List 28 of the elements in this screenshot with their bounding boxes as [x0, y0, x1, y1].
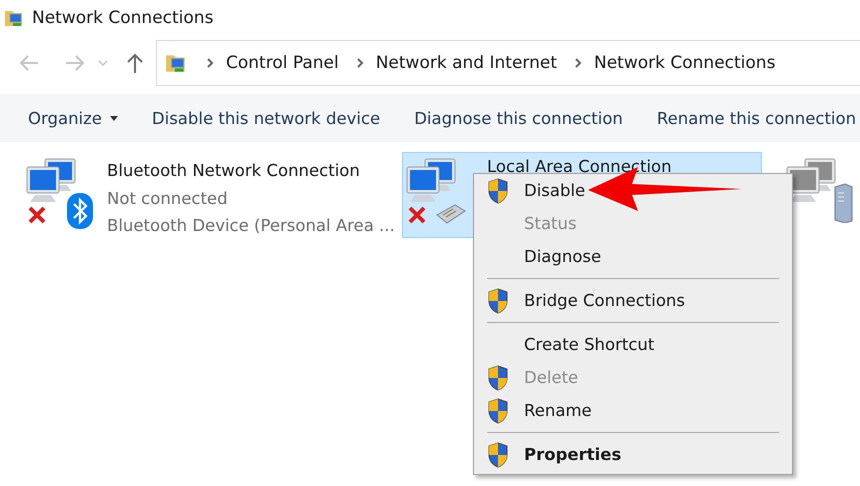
toolbar-button[interactable]: Disable this network device	[140, 102, 392, 134]
back-arrow-icon[interactable]	[18, 54, 40, 72]
breadcrumb-item[interactable]: Network Connections	[594, 53, 776, 73]
chevron-right-icon	[356, 58, 364, 68]
network-plug-icon	[435, 203, 467, 225]
address-bar[interactable]: Control Panel Network and Internet Network Connections	[156, 40, 860, 86]
breadcrumb-item[interactable]: Control Panel	[226, 53, 339, 73]
server-icon	[833, 183, 853, 223]
connection-name: Bluetooth Network Connection	[107, 160, 361, 182]
connection-device: Bluetooth Device (Personal Area ...	[107, 215, 395, 237]
window-title: Network Connections	[32, 8, 214, 28]
menu-item[interactable]: Properties	[474, 438, 792, 471]
menu-item[interactable]: Diagnose	[474, 240, 792, 273]
connection-status: Not connected	[107, 188, 229, 210]
caret-icon	[110, 116, 118, 120]
bluetooth-icon	[67, 193, 93, 229]
chevron-down-icon[interactable]	[98, 59, 108, 67]
toolbar-button[interactable]: Rename this connection	[644, 102, 860, 134]
menu-item[interactable]: Rename	[474, 394, 792, 427]
up-arrow-icon[interactable]	[126, 52, 144, 74]
menu-item[interactable]: Create Shortcut	[474, 328, 792, 361]
breadcrumb-item[interactable]: Network and Internet	[376, 53, 557, 73]
chevron-right-icon	[207, 58, 214, 68]
toolbar-button[interactable]: Diagnose this connection	[402, 102, 635, 134]
forward-arrow-icon[interactable]	[64, 54, 86, 72]
menu-item[interactable]: Bridge Connections	[474, 284, 792, 317]
chevron-right-icon	[575, 58, 582, 68]
toolbar-button[interactable]: Organize	[16, 102, 130, 134]
